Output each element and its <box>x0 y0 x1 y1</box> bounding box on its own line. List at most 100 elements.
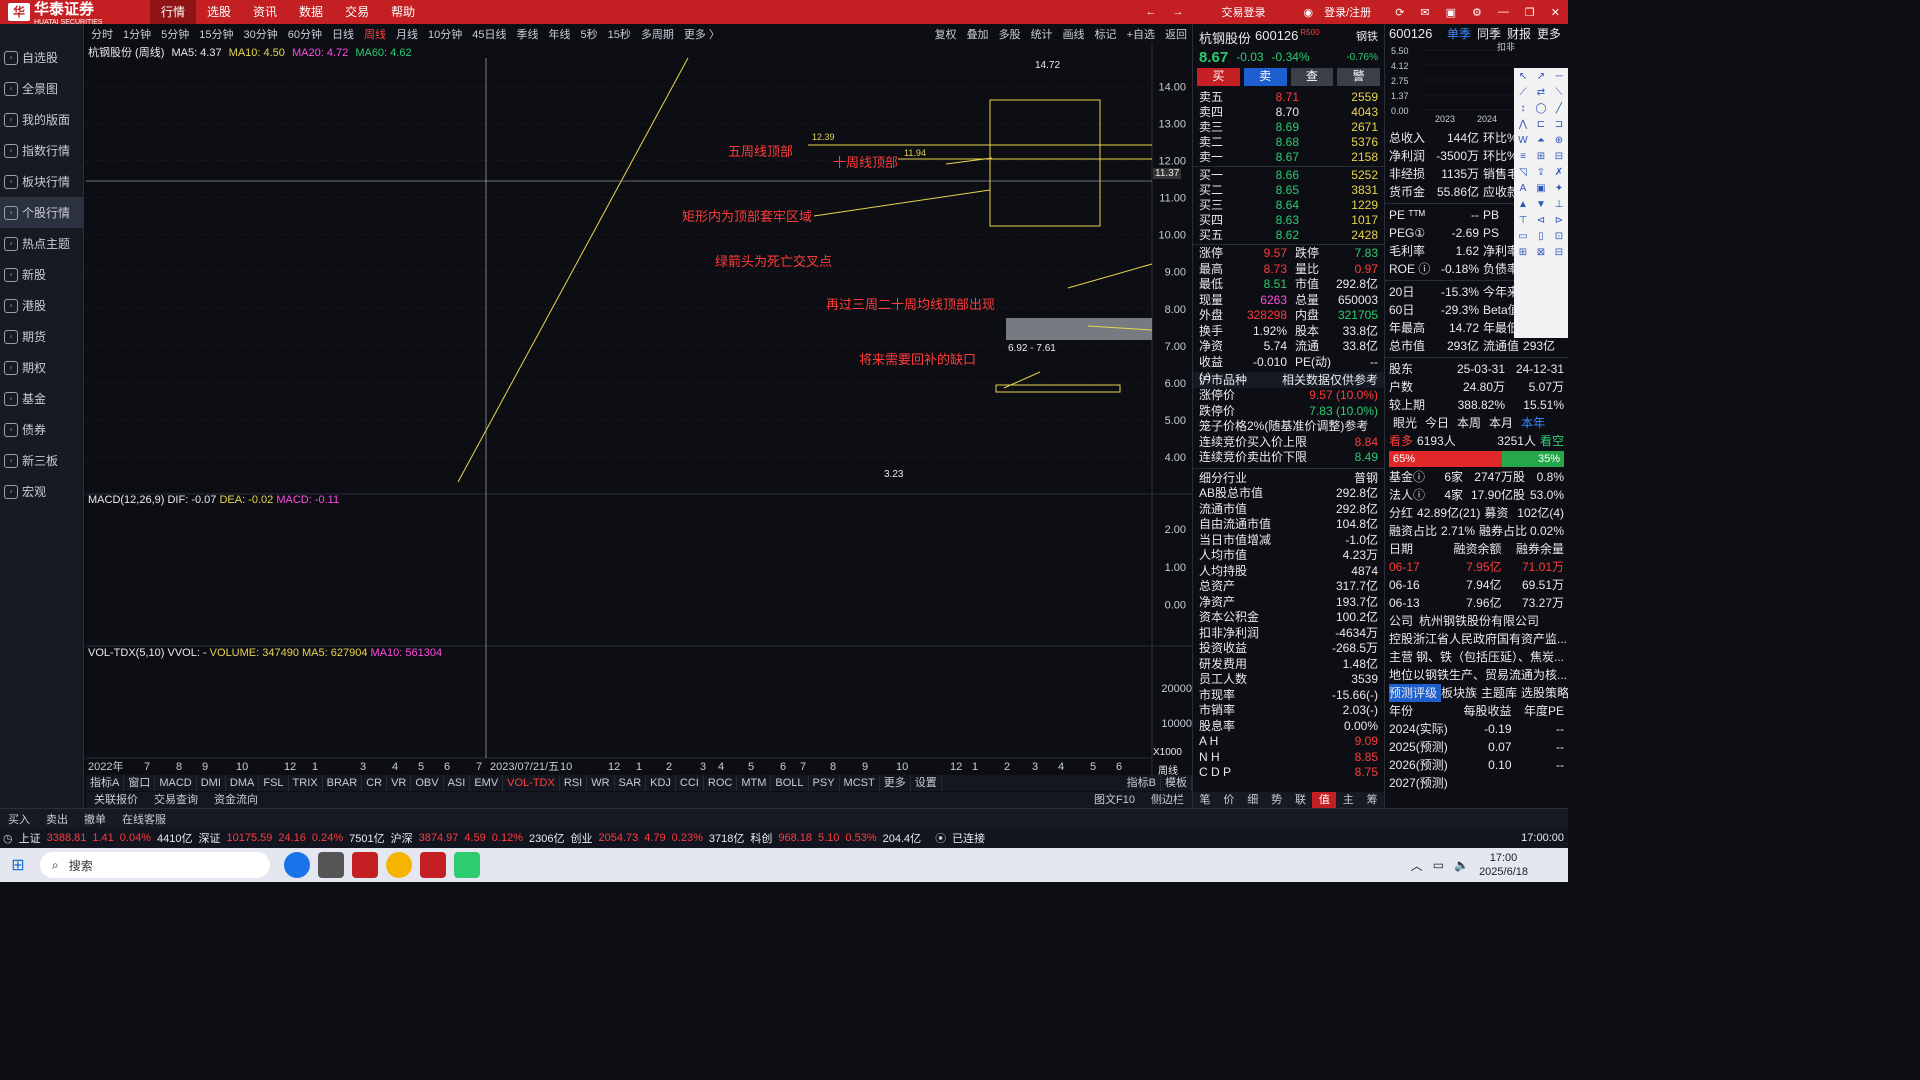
eye-tab[interactable]: 本月 <box>1485 414 1517 432</box>
settings-gear-icon[interactable]: ⚙ <box>1464 6 1490 19</box>
quote-sector[interactable]: 钢铁 <box>1356 28 1378 46</box>
drawing-tool-icon[interactable]: ▭ <box>1514 229 1532 244</box>
indicator-tab[interactable]: DMA <box>226 775 260 791</box>
sidebar-item-neeq[interactable]: ◦ 新三板 <box>0 445 83 476</box>
menu-data[interactable]: 数据 <box>288 0 334 24</box>
book-row[interactable]: 卖一 8.67 2158 <box>1193 150 1384 165</box>
huatai-app-icon[interactable] <box>420 852 446 878</box>
indicator-tab[interactable]: TRIX <box>289 775 323 791</box>
book-row[interactable]: 卖二 8.68 5376 <box>1193 135 1384 150</box>
drawing-tool-icon[interactable]: ⇪ <box>1532 165 1550 180</box>
trade-login-button[interactable]: 交易登录 <box>1191 4 1295 20</box>
indicator-tab[interactable]: CR <box>362 775 388 791</box>
period-tab[interactable]: 1分钟 <box>118 26 156 42</box>
quote-bottom-tab[interactable]: 筹 <box>1360 792 1384 808</box>
subtab[interactable]: 资金流向 <box>206 792 266 808</box>
windows-start-icon[interactable]: ⊞ <box>0 855 36 875</box>
indicator-right-tab[interactable]: 模板 <box>1161 775 1192 791</box>
eye-tab[interactable]: 本年 <box>1517 414 1549 432</box>
bottom-action-button[interactable]: 卖出 <box>38 811 76 827</box>
chart-tool-button[interactable]: 画线 <box>1058 26 1090 42</box>
sidebar-item-index[interactable]: ◦ 指数行情 <box>0 135 83 166</box>
drawing-tool-icon[interactable]: ◹ <box>1514 165 1532 180</box>
chart-tool-button[interactable]: 标记 <box>1090 26 1122 42</box>
alert-button[interactable]: 警 <box>1337 68 1380 86</box>
book-row[interactable]: 卖五 8.71 2559 <box>1193 90 1384 105</box>
period-tab[interactable]: 年线 <box>544 26 576 42</box>
drawing-tool-icon[interactable]: ⊤ <box>1514 213 1532 228</box>
subtab-right-tab[interactable]: 侧边栏 <box>1143 792 1192 808</box>
close-icon[interactable]: ✕ <box>1543 6 1568 19</box>
indicator-right-tab[interactable]: 指标B <box>1123 775 1161 791</box>
sidebar-item-ipo[interactable]: ◦ 新股 <box>0 259 83 290</box>
subtab-right-tab[interactable]: 图文F10 <box>1086 792 1143 808</box>
indicator-tab[interactable]: VR <box>387 775 412 791</box>
period-tab[interactable]: 多周期 <box>636 26 679 42</box>
bear-bar[interactable]: 35% <box>1501 451 1564 467</box>
mail-icon[interactable]: ✉ <box>1412 6 1437 19</box>
period-tab[interactable]: 5秒 <box>576 26 603 42</box>
sidebar-item-macro[interactable]: ◦ 宏观 <box>0 476 83 507</box>
sidebar-item-panorama[interactable]: ◦ 全景图 <box>0 73 83 104</box>
drawing-tool-icon[interactable]: ↖ <box>1514 69 1532 84</box>
period-tab[interactable]: 周线 <box>359 26 391 42</box>
indicator-tab[interactable]: KDJ <box>646 775 676 791</box>
quote-bottom-tab[interactable]: 值 <box>1312 792 1337 808</box>
trend-line[interactable] <box>457 57 689 483</box>
eye-tab[interactable]: 眼光 <box>1389 414 1421 432</box>
sidebar-item-sector[interactable]: ◦ 板块行情 <box>0 166 83 197</box>
drawing-tool-icon[interactable]: ▣ <box>1532 181 1550 196</box>
quote-bottom-tab[interactable]: 笔 <box>1193 792 1217 808</box>
period-tab[interactable]: 更多 〉 <box>679 26 725 42</box>
sidebar-item-fund[interactable]: ◦ 基金 <box>0 383 83 414</box>
indicator-tab[interactable]: MTM <box>737 775 772 791</box>
minimize-icon[interactable]: — <box>1490 6 1517 18</box>
drawing-tool-icon[interactable]: ▼ <box>1532 197 1550 212</box>
drawing-tool-icon[interactable]: ⊟ <box>1550 245 1568 260</box>
chart-tool-button[interactable]: 返回 <box>1160 26 1192 42</box>
taskbar-clock[interactable]: 17:00 2025/6/18 <box>1479 851 1528 879</box>
drawing-tool-icon[interactable]: ↗ <box>1532 69 1550 84</box>
book-row[interactable]: 买三 8.64 1229 <box>1193 198 1384 213</box>
taskbar-search[interactable]: ⌕ 搜索 <box>40 852 270 878</box>
f10-tab[interactable]: 财报 <box>1504 25 1534 42</box>
period-tab[interactable]: 5分钟 <box>156 26 194 42</box>
stock-chart[interactable]: 14.0013.0012.0011.0010.009.008.007.006.0… <box>86 42 1192 775</box>
indicator-tab[interactable]: OBV <box>411 775 444 791</box>
drawing-tool-icon[interactable]: ⊕ <box>1550 133 1568 148</box>
menu-help[interactable]: 帮助 <box>380 0 426 24</box>
period-tab[interactable]: 10分钟 <box>423 26 467 42</box>
book-row[interactable]: 买一 8.66 5252 <box>1193 168 1384 183</box>
indicator-tab[interactable]: BRAR <box>323 775 363 791</box>
period-tab[interactable]: 60分钟 <box>283 26 327 42</box>
drawing-tool-icon[interactable]: ↕ <box>1514 101 1532 116</box>
indicator-tab[interactable]: 更多 <box>880 775 911 791</box>
book-row[interactable]: 买四 8.63 1017 <box>1193 213 1384 228</box>
indicator-tab[interactable]: RSI <box>560 775 588 791</box>
period-tab[interactable]: 15分钟 <box>194 26 238 42</box>
eye-tab[interactable]: 本周 <box>1453 414 1485 432</box>
drawing-tool-icon[interactable]: ⊞ <box>1514 245 1532 260</box>
book-row[interactable]: 买二 8.65 3831 <box>1193 183 1384 198</box>
sidebar-item-layout[interactable]: ◦ 我的版面 <box>0 104 83 135</box>
bottom-action-button[interactable]: 撤单 <box>76 811 114 827</box>
tray-chevron-icon[interactable]: ︿ <box>1411 857 1423 874</box>
drawing-tool-icon[interactable]: ⋀ <box>1514 117 1532 132</box>
indicator-tab[interactable]: WR <box>587 775 615 791</box>
sidebar-item-hk[interactable]: ◦ 港股 <box>0 290 83 321</box>
drawing-tool-icon[interactable]: ⟍ <box>1550 85 1568 100</box>
indicator-tab[interactable]: PSY <box>809 775 840 791</box>
quote-bottom-tab[interactable]: 主 <box>1336 792 1360 808</box>
chart-tool-button[interactable]: +自选 <box>1122 26 1160 42</box>
drawing-tool-icon[interactable]: ⊥ <box>1550 197 1568 212</box>
sidebar-item-hotspot[interactable]: ◦ 热点主题 <box>0 228 83 259</box>
drawing-tool-icon[interactable]: ◯ <box>1532 101 1550 116</box>
volume-icon[interactable]: 🔈 <box>1454 858 1469 872</box>
drawing-tool-icon[interactable]: ⊠ <box>1532 245 1550 260</box>
drawing-tool-icon[interactable]: ✦ <box>1550 181 1568 196</box>
indicator-tab[interactable]: FSL <box>259 775 289 791</box>
drawing-tool-icon[interactable]: ✗ <box>1550 165 1568 180</box>
drawing-tool-icon[interactable]: ⊳ <box>1550 213 1568 228</box>
bull-bar[interactable]: 65% <box>1389 451 1502 467</box>
indicator-tab[interactable]: 设置 <box>911 775 942 791</box>
